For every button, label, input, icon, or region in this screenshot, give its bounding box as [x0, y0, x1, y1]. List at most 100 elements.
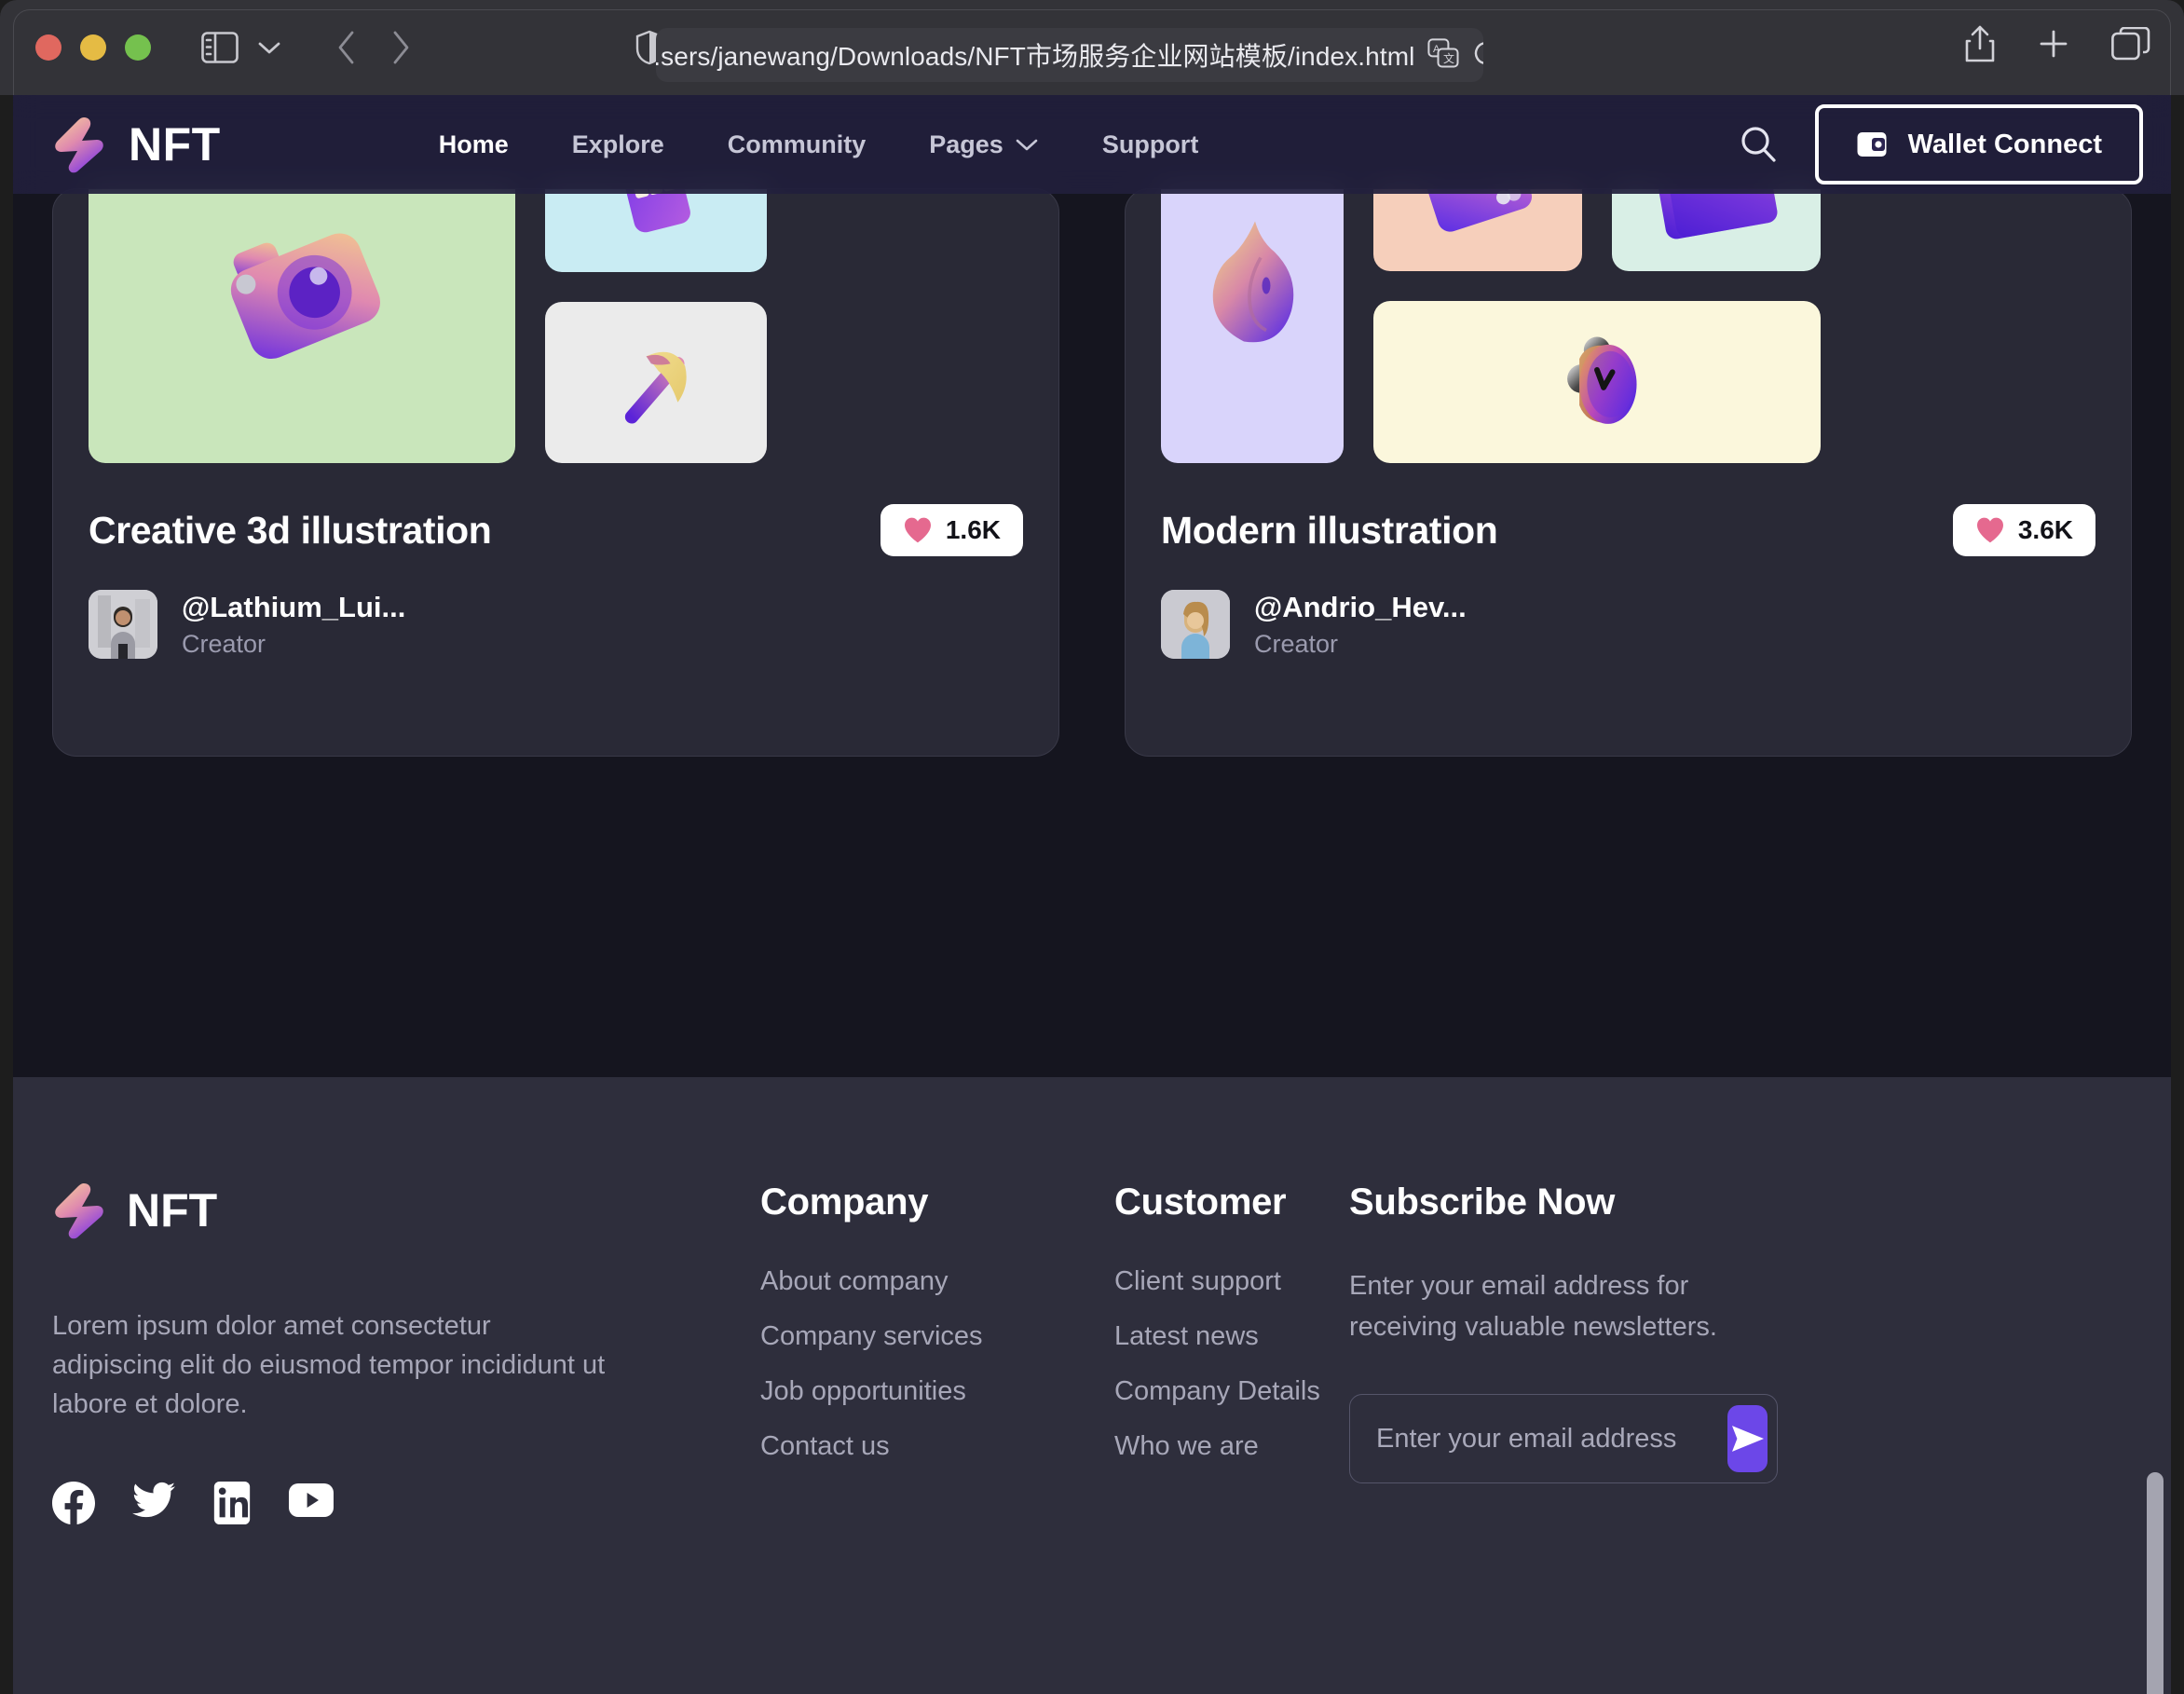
share-icon[interactable] [1964, 24, 1996, 68]
minimize-window-button[interactable] [80, 34, 106, 61]
card-title: Modern illustration [1161, 508, 1498, 552]
browser-window: ...sers/janewang/Downloads/NFT市场服务企业网站模板… [0, 0, 2184, 1694]
subscribe-submit-button[interactable] [1727, 1405, 1768, 1472]
nav-link-support[interactable]: Support [1071, 130, 1230, 159]
back-arrow-icon[interactable] [326, 30, 367, 65]
twitter-icon[interactable] [132, 1482, 175, 1524]
footer-link[interactable]: Job opportunities [760, 1376, 1114, 1407]
card-media [89, 189, 1023, 463]
creator-role: Creator [1254, 629, 1339, 658]
media-tile-row [1373, 189, 1821, 271]
forward-arrow-icon[interactable] [380, 30, 421, 65]
chevron-down-icon[interactable] [252, 40, 287, 55]
footer-column-company: Company About company Company services J… [760, 1182, 1114, 1694]
wallet-connect-label: Wallet Connect [1907, 129, 2102, 159]
footer-description: Lorem ipsum dolor amet consectetur adipi… [52, 1311, 606, 1420]
like-count: 1.6K [945, 515, 1001, 544]
site-logo[interactable]: NFT [52, 116, 221, 173]
like-count: 3.6K [2017, 515, 2073, 544]
search-icon[interactable] [1701, 125, 1815, 164]
media-tile[interactable] [545, 302, 767, 463]
site-brand-name: NFT [129, 118, 221, 171]
browser-titlebar: ...sers/janewang/Downloads/NFT市场服务企业网站模板… [0, 0, 2184, 95]
media-tile[interactable] [1373, 301, 1821, 463]
footer-brand-name: NFT [127, 1184, 218, 1236]
svg-text:文: 文 [1443, 51, 1454, 65]
footer-link[interactable]: Company services [760, 1321, 1114, 1352]
media-side-tiles [1373, 189, 1821, 463]
send-icon [1731, 1426, 1764, 1452]
wallet-connect-button[interactable]: Wallet Connect [1814, 104, 2143, 184]
facebook-icon[interactable] [52, 1482, 95, 1525]
nav-link-pages[interactable]: Pages [897, 130, 1071, 159]
subscribe-heading: Subscribe Now [1349, 1182, 1616, 1223]
site-footer: NFT Lorem ipsum dolor amet consectetur a… [13, 1077, 2171, 1694]
creator-row[interactable]: @Lathium_Lui... Creator [89, 590, 1023, 659]
email-input[interactable] [1376, 1423, 1727, 1455]
wallet-icon [1857, 132, 1887, 157]
youtube-icon[interactable] [289, 1482, 334, 1524]
footer-column-subscribe: Subscribe Now Enter your email address f… [1349, 1182, 1778, 1694]
footer-link[interactable]: Contact us [760, 1431, 1114, 1462]
footer-social-links [52, 1482, 760, 1525]
card-media [1161, 189, 2095, 463]
footer-column-customer: Customer Client support Latest news Comp… [1114, 1182, 1349, 1694]
linkedin-icon[interactable] [212, 1482, 252, 1525]
card-title-row: Creative 3d illustration 1.6K [89, 504, 1023, 556]
page-viewport: Creative 3d illustration 1.6K @Lathium_L… [13, 95, 2171, 1694]
footer-link[interactable]: Latest news [1114, 1321, 1349, 1352]
folder-icon [1657, 189, 1778, 239]
nav-link-home[interactable]: Home [407, 130, 540, 159]
media-tile[interactable] [1373, 189, 1582, 271]
footer-link[interactable]: Client support [1114, 1266, 1349, 1297]
media-tile[interactable] [1612, 189, 1821, 271]
avatar-photo [89, 590, 157, 659]
footer-column-heading: Company [760, 1182, 929, 1223]
like-badge[interactable]: 1.6K [880, 504, 1023, 556]
creator-info: @Lathium_Lui... Creator [182, 591, 405, 659]
pickaxe-icon [624, 351, 687, 424]
subscribe-form [1349, 1394, 1778, 1483]
card-title-row: Modern illustration 3.6K [1161, 504, 2095, 556]
footer-link-list: About company Company services Job oppor… [760, 1266, 1114, 1462]
tabs-icon[interactable] [2111, 26, 2150, 65]
card-icon [1425, 189, 1533, 232]
nft-card[interactable]: Creative 3d illustration 1.6K @Lathium_L… [52, 188, 1059, 757]
reload-icon[interactable] [1472, 39, 1483, 72]
site-navbar: NFT Home Explore Community Pages Support [13, 95, 2171, 194]
footer-logo[interactable]: NFT [52, 1182, 760, 1239]
media-main-tile[interactable] [89, 189, 515, 463]
avatar [1161, 590, 1230, 659]
creator-role: Creator [182, 629, 266, 658]
footer-link[interactable]: Who we are [1114, 1431, 1349, 1462]
nav-link-community[interactable]: Community [696, 130, 898, 159]
close-window-button[interactable] [35, 34, 61, 61]
nft-card[interactable]: Modern illustration 3.6K @Andrio_Hev... … [1125, 188, 2132, 757]
flame-icon [1212, 221, 1294, 343]
creator-name: @Andrio_Hev... [1254, 590, 1467, 623]
camera-icon [230, 233, 380, 360]
bolt-logo-icon [55, 117, 103, 173]
media-tile[interactable] [545, 189, 767, 272]
sidebar-icon[interactable] [201, 32, 239, 63]
creator-row[interactable]: @Andrio_Hev... Creator [1161, 590, 2095, 659]
site-nav-actions: Wallet Connect [1701, 104, 2143, 184]
alarm-clock-icon [1567, 336, 1637, 424]
heart-icon [904, 517, 931, 543]
footer-link[interactable]: About company [760, 1266, 1114, 1297]
address-bar[interactable]: ...sers/janewang/Downloads/NFT市场服务企业网站模板… [656, 28, 1483, 82]
creator-name: @Lathium_Lui... [182, 590, 406, 623]
media-main-tile[interactable] [1161, 189, 1344, 463]
nav-link-explore[interactable]: Explore [540, 130, 696, 159]
footer-link[interactable]: Company Details [1114, 1376, 1349, 1407]
maximize-window-button[interactable] [125, 34, 151, 61]
footer-link-list: Client support Latest news Company Detai… [1114, 1266, 1349, 1462]
avatar [89, 590, 157, 659]
like-badge[interactable]: 3.6K [1952, 504, 2095, 556]
page-scrollbar[interactable] [2147, 1472, 2164, 1694]
plus-icon[interactable] [2037, 27, 2070, 65]
calculator-icon [621, 189, 690, 232]
page-content: Creative 3d illustration 1.6K @Lathium_L… [13, 95, 2171, 1694]
translate-icon[interactable]: A 文 [1427, 37, 1459, 73]
nav-link-pages-label: Pages [929, 130, 1003, 158]
